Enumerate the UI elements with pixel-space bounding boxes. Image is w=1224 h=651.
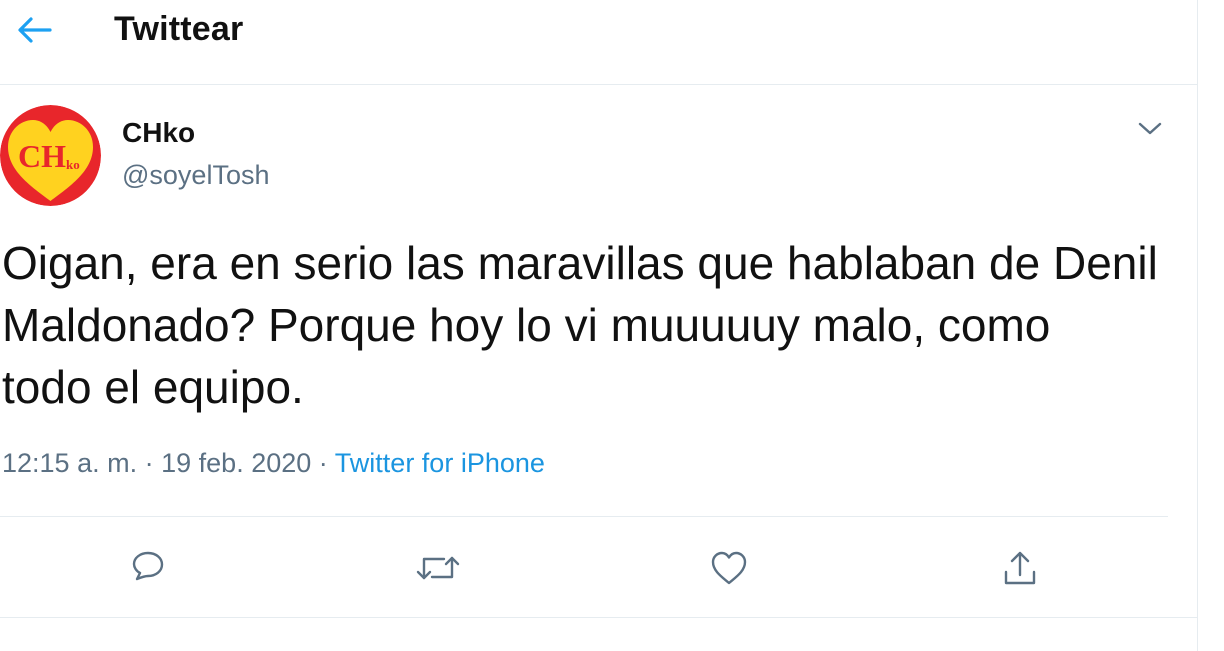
page-title: Twittear: [114, 10, 244, 48]
author-handle[interactable]: @soyelTosh: [122, 160, 269, 191]
avatar[interactable]: CH ko: [0, 105, 101, 206]
reply-button[interactable]: [116, 538, 180, 602]
avatar-text-main: CH: [18, 138, 66, 174]
meta-separator: ·: [318, 448, 328, 478]
share-button[interactable]: [988, 538, 1052, 602]
back-button[interactable]: [8, 8, 60, 56]
avatar-text-sub: ko: [66, 157, 80, 172]
heart-icon: [708, 548, 750, 593]
divider: [0, 516, 1168, 517]
tweet-text: Oigan, era en serio las maravillas que h…: [2, 237, 1158, 413]
divider: [0, 617, 1197, 618]
more-options-button[interactable]: [1130, 113, 1170, 149]
author-name[interactable]: CHko: [122, 117, 195, 149]
meta-separator: ·: [144, 448, 154, 478]
tweet-actions: [0, 538, 1168, 602]
share-icon: [1000, 547, 1040, 594]
tweet-time[interactable]: 12:15 a. m.: [2, 448, 137, 478]
tweet-column: Twittear CH ko CHko @soyelTosh Oigan, er…: [0, 0, 1198, 651]
tweet-date[interactable]: 19 feb. 2020: [161, 448, 311, 478]
comment-icon: [128, 548, 168, 593]
retweet-button[interactable]: [406, 538, 470, 602]
avatar-logo: CH ko: [0, 105, 101, 206]
tweet-metadata: 12:15 a. m. · 19 feb. 2020 · Twitter for…: [2, 448, 545, 479]
page-header: Twittear: [0, 0, 1197, 85]
chevron-down-icon: [1137, 121, 1163, 142]
tweet-source-link[interactable]: Twitter for iPhone: [335, 448, 545, 478]
arrow-left-icon: [15, 15, 53, 50]
retweet-icon: [414, 548, 462, 593]
like-button[interactable]: [697, 538, 761, 602]
